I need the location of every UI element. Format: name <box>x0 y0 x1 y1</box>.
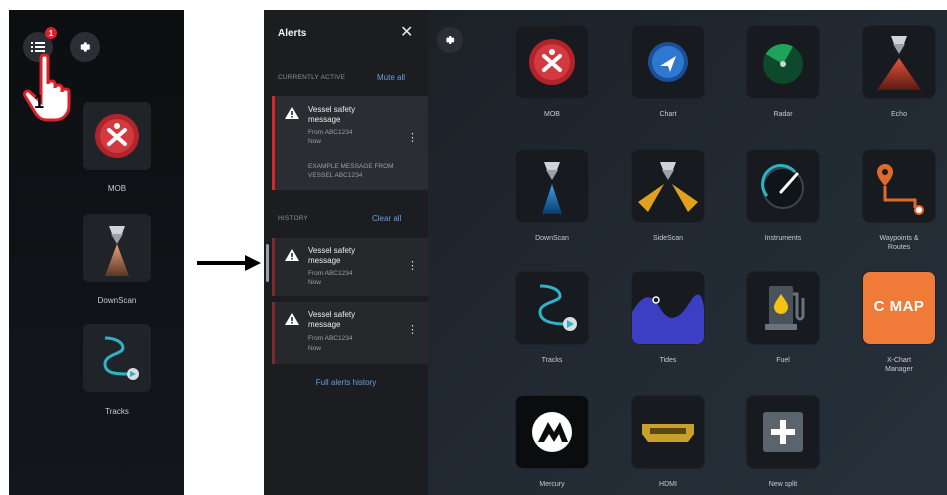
close-icon[interactable]: ✕ <box>400 22 413 42</box>
app-chart[interactable]: Chart <box>626 26 710 119</box>
warning-icon <box>285 249 299 261</box>
history-alert-card[interactable]: Vessel safety message From ABC1234 Now ⋮ <box>272 302 428 364</box>
alert-count-badge: 1 <box>45 27 57 39</box>
alert-time: Now <box>308 279 322 286</box>
app-label: MOB <box>544 111 560 118</box>
cmap-logo: C MAP <box>873 298 925 315</box>
app-tides[interactable]: Tides <box>626 272 710 365</box>
alert-title: Vessel safety message <box>308 105 356 124</box>
currently-active-label: CURRENTLY ACTIVE <box>278 74 346 81</box>
history-label: HISTORY <box>278 215 309 222</box>
app-label: Echo <box>891 111 907 118</box>
tile-label-downscan: DownScan <box>97 296 137 305</box>
app-label: Mercury <box>539 481 565 488</box>
arrow-right-icon <box>197 255 261 271</box>
clear-all-link[interactable]: Clear all <box>372 214 401 223</box>
app-sidescan[interactable]: SideScan <box>626 150 710 243</box>
tracks-tile[interactable] <box>83 324 151 392</box>
app-new-split[interactable]: New split <box>741 396 825 489</box>
tracks-icon <box>103 336 139 380</box>
tracks-icon <box>538 284 577 331</box>
settings-button[interactable] <box>437 27 463 53</box>
step-number: 1 <box>34 92 45 112</box>
sidescan-icon <box>638 162 698 212</box>
alert-from: From ABC1234 <box>308 335 353 342</box>
app-fuel[interactable]: Fuel <box>741 272 825 365</box>
alert-from: From ABC1234 <box>308 270 353 277</box>
downscan-tile[interactable] <box>83 214 151 282</box>
plus-icon <box>763 412 803 452</box>
app-label: Fuel <box>776 357 790 364</box>
app-label: New split <box>768 481 798 488</box>
gear-icon <box>446 36 455 44</box>
gear-icon <box>80 42 91 52</box>
radar-icon <box>763 44 803 84</box>
app-label: Tides <box>659 357 677 364</box>
active-alert-card[interactable]: Vessel safety message From ABC1234 Now E… <box>272 96 428 190</box>
app-echo[interactable]: Echo <box>857 26 941 119</box>
app-mercury[interactable]: Mercury <box>510 396 594 489</box>
more-options-icon[interactable]: ⋮ <box>407 325 418 336</box>
app-label: SideScan <box>653 235 683 242</box>
left-panel: 1 1 MOB DownScan Tracks <box>9 10 184 495</box>
app-xchart-manager[interactable]: C MAP X-Chart Manager <box>857 272 941 374</box>
app-mob[interactable]: MOB <box>510 26 594 119</box>
app-waypoints-routes[interactable]: Waypoints & Routes <box>857 150 941 252</box>
pointing-hand-icon <box>23 53 71 122</box>
app-label: Radar <box>773 111 793 118</box>
warning-icon <box>285 107 299 119</box>
app-tracks[interactable]: Tracks <box>510 272 594 365</box>
full-alerts-history-link[interactable]: Full alerts history <box>264 378 428 387</box>
app-label: HDMI <box>659 481 677 488</box>
app-label: X-Chart Manager <box>885 357 913 373</box>
scrollbar-handle[interactable] <box>266 244 269 282</box>
mob-icon <box>529 39 575 85</box>
alert-time: Now <box>308 138 322 145</box>
hdmi-icon <box>642 424 694 442</box>
more-options-icon[interactable]: ⋮ <box>407 261 418 272</box>
app-label: DownScan <box>535 235 569 242</box>
downscan-icon <box>105 226 129 276</box>
alert-title: Vessel safety message <box>308 246 356 265</box>
mute-all-link[interactable]: Mute all <box>377 73 405 82</box>
fuel-icon <box>765 286 805 330</box>
tile-label-tracks: Tracks <box>105 407 129 416</box>
app-label: Chart <box>659 111 677 118</box>
app-label: Tracks <box>541 357 563 364</box>
app-instruments[interactable]: Instruments <box>741 150 825 243</box>
app-hdmi[interactable]: HDMI <box>626 396 710 489</box>
tile-label-mob: MOB <box>107 184 127 193</box>
mercury-icon <box>532 412 572 452</box>
tides-icon <box>632 294 704 344</box>
app-label: Instruments <box>764 235 802 242</box>
alert-title: Vessel safety message <box>308 310 356 329</box>
mob-tile[interactable] <box>83 102 151 170</box>
alert-time: Now <box>308 345 322 352</box>
downscan-icon <box>542 162 562 214</box>
alerts-title: Alerts <box>278 28 307 39</box>
chart-icon <box>648 42 688 82</box>
history-alert-card[interactable]: Vessel safety message From ABC1234 Now ⋮ <box>272 238 428 296</box>
alerts-panel: Alerts ✕ CURRENTLY ACTIVE Mute all Vesse… <box>264 10 428 495</box>
echo-icon <box>877 36 921 90</box>
more-options-icon[interactable]: ⋮ <box>407 133 418 144</box>
alert-from: From ABC1234 <box>308 129 353 136</box>
right-panel: Alerts ✕ CURRENTLY ACTIVE Mute all Vesse… <box>264 10 947 495</box>
app-label: Waypoints & Routes <box>879 235 919 251</box>
app-downscan[interactable]: DownScan <box>510 150 594 243</box>
instruments-icon <box>761 164 804 209</box>
alert-message: EXAMPLE MESSAGE FROM VESSEL ABC1234 <box>308 163 394 179</box>
warning-icon <box>285 313 299 325</box>
mob-icon <box>95 114 139 158</box>
waypoints-icon <box>877 164 924 215</box>
app-radar[interactable]: Radar <box>741 26 825 119</box>
